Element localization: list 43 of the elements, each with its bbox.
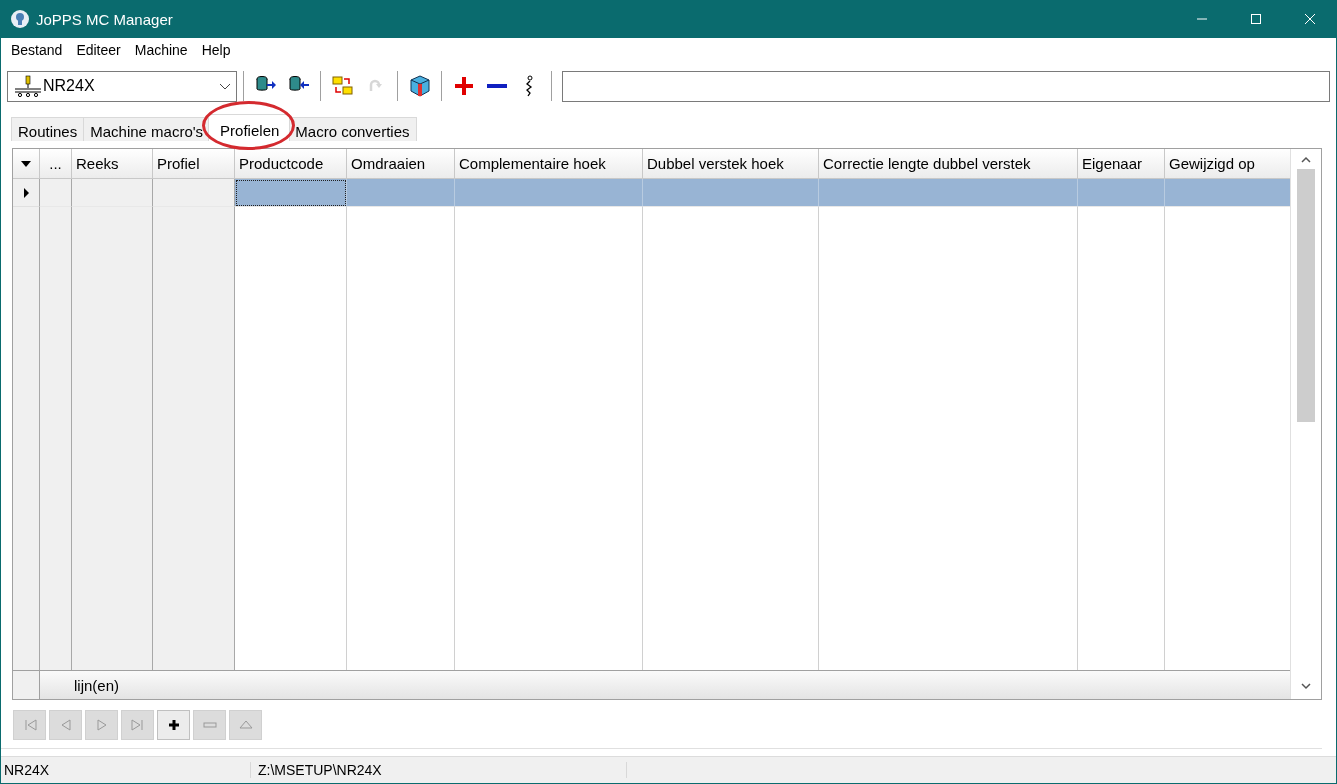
machine-dropdown[interactable]: NR24X: [7, 70, 237, 102]
row-count-label: lijn(en): [74, 676, 119, 694]
maximize-icon: [1250, 13, 1262, 25]
scroll-down-icon[interactable]: [1300, 681, 1312, 691]
menu-item[interactable]: Bestand: [4, 42, 70, 58]
menu-item[interactable]: Editeer: [69, 42, 128, 58]
skip-end-icon: [129, 717, 146, 733]
status-text: Z:\MSETUP\NR24X: [251, 762, 627, 778]
table-cell[interactable]: [72, 179, 153, 207]
table-cell[interactable]: [819, 179, 1078, 207]
scroll-up-icon[interactable]: [1300, 155, 1312, 165]
table-cell[interactable]: [1165, 179, 1293, 207]
close-icon: [1304, 13, 1316, 25]
column-header[interactable]: Eigenaar: [1078, 149, 1165, 179]
table-cell[interactable]: [347, 179, 455, 207]
table-cell[interactable]: [153, 179, 235, 207]
status-text: NR24X: [1, 762, 251, 778]
table-cell[interactable]: [643, 179, 819, 207]
column-header[interactable]: Dubbel verstek hoek: [643, 149, 819, 179]
dropdown-triangle-icon[interactable]: [20, 159, 32, 168]
text-field[interactable]: [562, 70, 1330, 102]
navigator-button[interactable]: [157, 710, 190, 740]
scrollbar-thumb[interactable]: [1297, 169, 1315, 422]
menu-item[interactable]: Help: [194, 42, 238, 58]
column-header[interactable]: Productcode: [235, 149, 347, 179]
column-header[interactable]: Omdraaien: [347, 149, 455, 179]
table-cell[interactable]: [235, 179, 347, 207]
tab[interactable]: Macro converties: [288, 117, 417, 141]
column-header[interactable]: Complementaire hoek: [455, 149, 643, 179]
column-header[interactable]: Reeks: [72, 149, 153, 179]
column-header[interactable]: Correctie lengte dubbel verstek: [819, 149, 1078, 179]
table-cell[interactable]: [455, 179, 643, 207]
tab[interactable]: Routines: [11, 117, 85, 141]
column-header[interactable]: Profiel: [153, 149, 235, 179]
tab[interactable]: Machine macro's: [83, 117, 211, 141]
menu-item[interactable]: Machine: [127, 42, 195, 58]
tab[interactable]: Profielen: [208, 114, 291, 141]
window-title: JoPPS MC Manager: [36, 10, 174, 28]
column-header[interactable]: ...: [40, 149, 72, 179]
table-cell[interactable]: [40, 179, 72, 207]
machine-icon: [14, 74, 42, 98]
app-icon: [10, 9, 30, 29]
table-cell[interactable]: [1078, 179, 1165, 207]
